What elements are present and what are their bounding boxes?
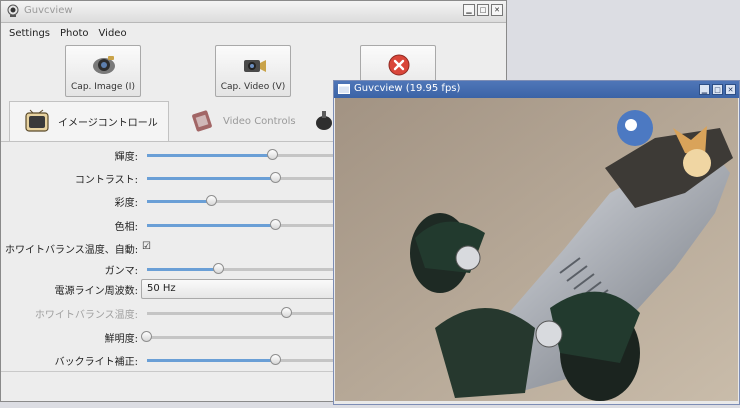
control-label-sharpness: 鮮明度: (104, 334, 138, 345)
preview-window: Guvcview (19.95 fps) ▁ □ ✕ (333, 80, 740, 405)
camera-preview-image (335, 98, 738, 401)
white-balance-auto-checkbox[interactable]: ☑ (142, 242, 152, 252)
close-button[interactable]: ✕ (491, 4, 503, 16)
sharpness-slider-handle[interactable] (141, 331, 152, 342)
tab-image-controls[interactable]: イメージコントロール (9, 101, 169, 141)
stop-icon (388, 54, 410, 76)
preview-minimize-button[interactable]: ▁ (699, 84, 710, 95)
control-label-white-balance-auto: ホワイトバランス温度、自動: (5, 245, 139, 256)
control-label-power-line-frequency: 電源ライン周波数: (54, 286, 138, 297)
main-window-title: Guvcview (24, 5, 73, 16)
preview-maximize-button[interactable]: □ (712, 84, 723, 95)
white-balance-temperature-slider-handle (281, 307, 292, 318)
minimize-button[interactable]: ▁ (463, 4, 475, 16)
backlight-compensation-slider-handle[interactable] (270, 354, 282, 365)
cap-video-button[interactable]: Cap. Video (V) (215, 45, 291, 97)
menu-settings[interactable]: Settings (9, 28, 50, 39)
preview-close-button[interactable]: ✕ (725, 84, 736, 95)
cap-image-button[interactable]: Cap. Image (I) (65, 45, 141, 97)
gamma-slider-handle[interactable] (212, 263, 224, 274)
main-titlebar[interactable]: Guvcview ▁ □ ✕ (1, 1, 506, 23)
control-label-contrast: コントラスト: (74, 175, 138, 186)
audio-tab-icon[interactable] (313, 109, 335, 133)
cap-image-label: Cap. Image (I) (71, 82, 135, 92)
webcam-app-icon (7, 4, 19, 17)
camera-icon (93, 56, 115, 74)
tab-video-controls-label: Video Controls (223, 115, 296, 127)
menu-photo[interactable]: Photo (60, 28, 89, 39)
preview-window-title: Guvcview (19.95 fps) (354, 83, 461, 94)
contrast-slider-handle[interactable] (270, 172, 282, 183)
control-label-brightness: 輝度: (114, 152, 138, 163)
control-label-saturation: 彩度: (114, 198, 138, 209)
cap-video-label: Cap. Video (V) (220, 82, 286, 92)
maximize-button[interactable]: □ (477, 4, 489, 16)
brightness-slider-handle[interactable] (266, 149, 278, 160)
menu-video[interactable]: Video (99, 28, 127, 39)
video-camera-icon (244, 60, 266, 72)
control-label-backlight-compensation: バックライト補正: (54, 357, 138, 368)
hue-slider-handle[interactable] (270, 219, 282, 230)
tv-icon (25, 109, 49, 132)
window-icon (338, 84, 350, 94)
control-label-white-balance-temperature: ホワイトバランス温度: (34, 310, 138, 321)
power-line-frequency-selected-value: 50 Hz (147, 283, 176, 294)
tab-image-controls-label: イメージコントロール (58, 118, 158, 129)
tab-video-controls[interactable]: Video Controls (185, 101, 296, 141)
saturation-slider-handle[interactable] (205, 195, 217, 206)
preview-titlebar[interactable]: Guvcview (19.95 fps) ▁ □ ✕ (334, 81, 739, 98)
control-label-hue: 色相: (114, 222, 138, 233)
menubar: Settings Photo Video (1, 23, 506, 44)
film-icon (192, 110, 212, 132)
control-label-gamma: ガンマ: (104, 266, 138, 277)
